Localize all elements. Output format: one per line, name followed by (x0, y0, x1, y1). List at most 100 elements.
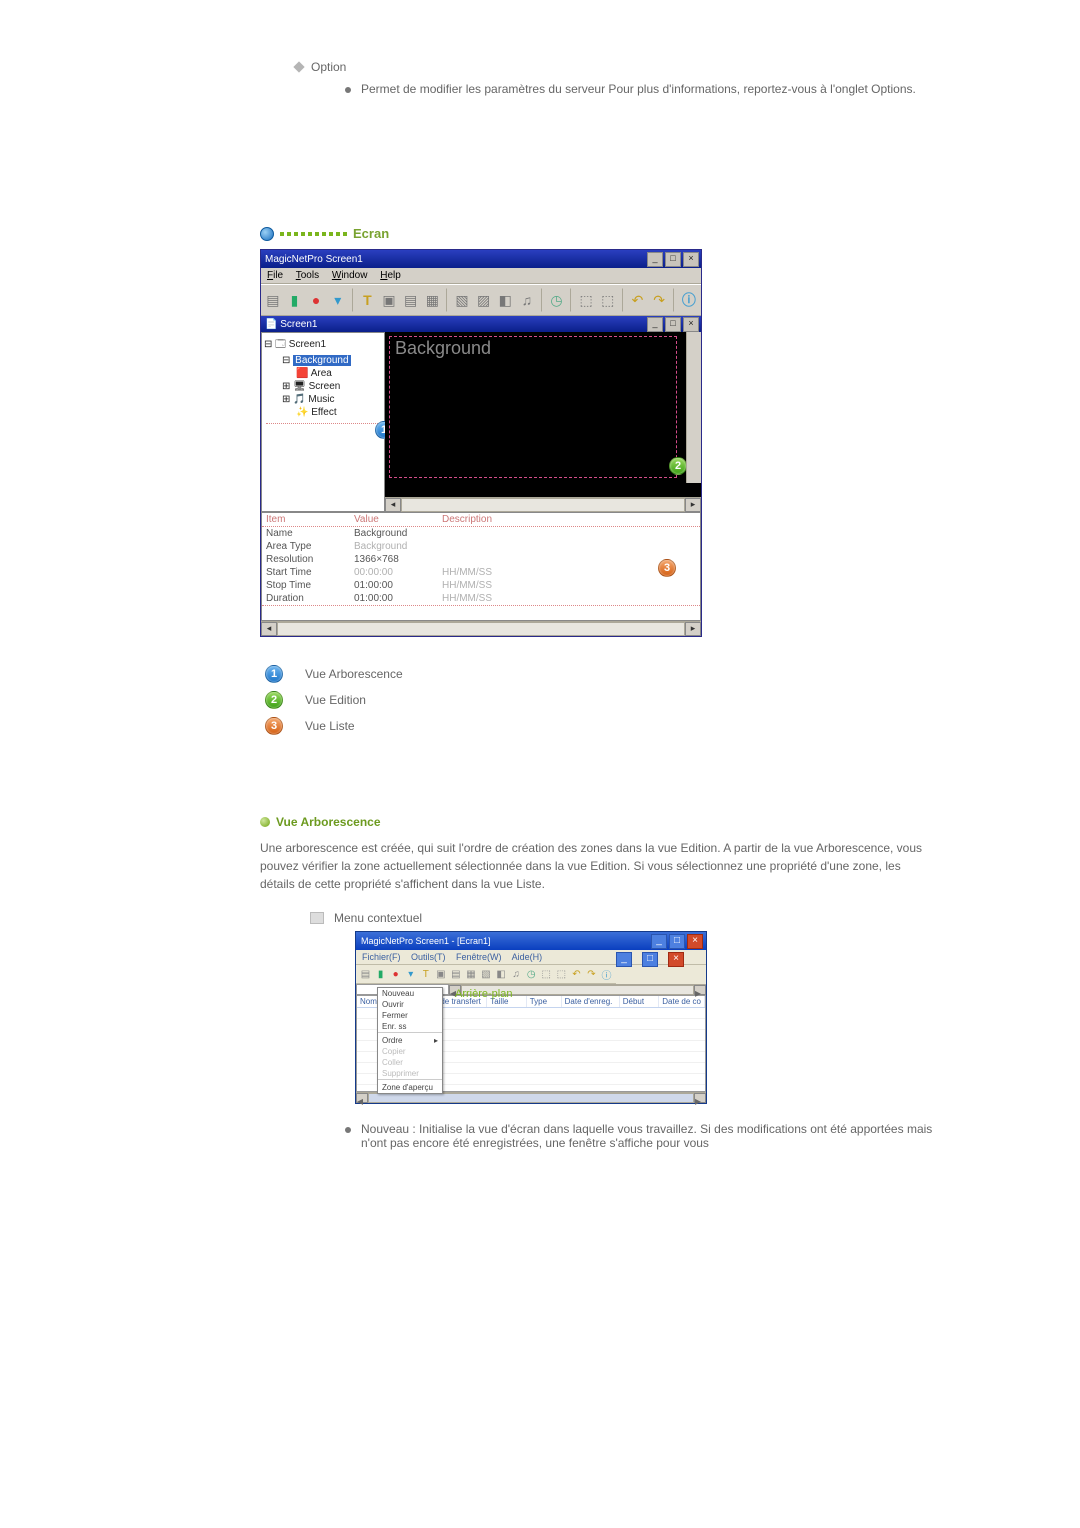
tool-icon[interactable]: ▤ (450, 967, 461, 981)
ctx-copier[interactable]: Copier (378, 1046, 442, 1057)
tree-item[interactable]: ⊟ Background (264, 354, 382, 367)
tool-icon[interactable]: ▣ (381, 289, 397, 311)
list-row[interactable]: Duration01:00:00HH/MM/SS (262, 592, 700, 605)
toolbar-separator (673, 288, 675, 312)
info-icon[interactable]: ⓘ (601, 967, 612, 981)
tool-icon[interactable]: ▾ (405, 967, 416, 981)
tool-icon[interactable]: ▤ (265, 289, 281, 311)
redo-icon[interactable]: ↷ (651, 289, 667, 311)
redo-icon[interactable]: ↷ (586, 967, 597, 981)
tool-icon[interactable]: ⬚ (541, 967, 552, 981)
badge-2-icon: 2 (265, 691, 283, 709)
tool-text-icon[interactable]: T (420, 967, 431, 981)
horizontal-scrollbar[interactable]: ◂▸ (261, 621, 701, 636)
toolbar-separator (352, 288, 354, 312)
maximize-button[interactable]: □ (665, 317, 681, 332)
minimize-button[interactable]: _ (651, 934, 667, 949)
legend-label: Vue Liste (305, 719, 355, 733)
minimize-button[interactable]: _ (647, 252, 663, 267)
badge-3-icon: 3 (265, 717, 283, 735)
toolbar-separator (570, 288, 572, 312)
legend-label: Vue Arborescence (305, 667, 403, 681)
maximize-button[interactable]: □ (665, 252, 681, 267)
tool-icon[interactable]: ▮ (375, 967, 386, 981)
tool-icon[interactable]: ⬚ (578, 289, 594, 311)
green-ball-icon (260, 817, 270, 827)
menu-window[interactable]: Window (332, 270, 368, 281)
tool-icon[interactable]: ◷ (549, 289, 565, 311)
tree-item[interactable]: ✨ Effect (264, 406, 382, 419)
list-row[interactable]: Area TypeBackground (262, 540, 700, 553)
sub-titlebar: 📄 Screen1 _ □ × (261, 316, 701, 332)
option-description: Permet de modifier les paramètres du ser… (345, 82, 935, 96)
sub-max[interactable]: □ (642, 952, 658, 967)
tool-icon[interactable]: ♫ (519, 289, 535, 311)
tool-icon[interactable]: ▤ (360, 967, 371, 981)
tool-icon[interactable]: ▤ (403, 289, 419, 311)
list-row[interactable]: Stop Time01:00:00HH/MM/SS (262, 579, 700, 592)
edition-canvas[interactable]: Background 2 (385, 332, 701, 497)
tree-item[interactable]: ⊞ 🖥 Screen (264, 380, 382, 393)
menu-window[interactable]: Fenêtre(W) (456, 952, 502, 962)
ctx-supprimer[interactable]: Supprimer (378, 1068, 442, 1079)
ctx-fermer[interactable]: Fermer (378, 1010, 442, 1021)
close-button[interactable]: × (683, 317, 699, 332)
menu-file[interactable]: Fichier(F) (362, 952, 401, 962)
close-button[interactable]: × (687, 934, 703, 949)
vertical-scrollbar[interactable] (686, 332, 701, 483)
list-row[interactable]: Resolution1366×768 (262, 553, 700, 566)
sub-min[interactable]: _ (616, 952, 632, 967)
tree-item[interactable]: 🟥 Area (264, 367, 382, 380)
list-row[interactable]: NameBackground (262, 527, 700, 540)
tool-icon[interactable]: ● (390, 967, 401, 981)
tool-icon[interactable]: ▨ (476, 289, 492, 311)
section-ecran-header: Ecran (260, 226, 935, 241)
info-icon[interactable]: ⓘ (681, 289, 697, 311)
tool-icon[interactable]: ▧ (481, 967, 492, 981)
option-text: Permet de modifier les paramètres du ser… (361, 82, 916, 96)
tool-icon[interactable]: ▮ (287, 289, 303, 311)
tool-icon[interactable]: ♫ (511, 967, 522, 981)
undo-icon[interactable]: ↶ (571, 967, 582, 981)
toolbar-separator (446, 288, 448, 312)
tree-panel: Nouveau Ouvrir Fermer Enr. ss Ordre Copi… (356, 984, 449, 995)
hdr-desc: Description (438, 513, 700, 526)
menu-tools[interactable]: Tools (296, 270, 319, 281)
tool-text-icon[interactable]: T (360, 289, 376, 311)
menu-help[interactable]: Help (380, 270, 401, 281)
horizontal-scrollbar[interactable]: ◂▸ (385, 497, 701, 512)
menu-tools[interactable]: Outils(T) (411, 952, 446, 962)
ctx-nouveau[interactable]: Nouveau (378, 988, 442, 999)
ctx-ordre[interactable]: Ordre (378, 1035, 442, 1046)
maximize-button[interactable]: □ (669, 934, 685, 949)
undo-icon[interactable]: ↶ (630, 289, 646, 311)
minimize-button[interactable]: _ (647, 317, 663, 332)
ctx-enrsous[interactable]: Enr. ss (378, 1021, 442, 1032)
tool-icon[interactable]: ▾ (330, 289, 346, 311)
tree-item[interactable]: ⊞ 🎵 Music (264, 393, 382, 406)
tool-icon[interactable]: ▧ (454, 289, 470, 311)
badge-3-icon: 3 (658, 559, 676, 577)
ctx-coller[interactable]: Coller (378, 1057, 442, 1068)
list-panel: Item Value Description NameBackground Ar… (261, 512, 701, 621)
tree-root[interactable]: Screen1 (289, 339, 326, 350)
tool-icon[interactable]: ◧ (496, 967, 507, 981)
menu-file[interactable]: File (267, 270, 283, 281)
tool-icon[interactable]: ● (308, 289, 324, 311)
app-title: MagicNetPro Screen1 (265, 254, 363, 265)
menu-help[interactable]: Aide(H) (512, 952, 543, 962)
close-button[interactable]: × (683, 252, 699, 267)
tool-icon[interactable]: ⬚ (600, 289, 616, 311)
badge-1-icon: 1 (265, 665, 283, 683)
tool-icon[interactable]: ▣ (435, 967, 446, 981)
tool-icon[interactable]: ▦ (424, 289, 440, 311)
tool-icon[interactable]: ▦ (465, 967, 476, 981)
ctx-ouvrir[interactable]: Ouvrir (378, 999, 442, 1010)
tool-icon[interactable]: ⬚ (556, 967, 567, 981)
context-menu-label: Menu contextuel (334, 911, 422, 925)
list-row[interactable]: Start Time00:00:00HH/MM/SS (262, 566, 700, 579)
ctx-zone[interactable]: Zone d'aperçu (378, 1082, 442, 1093)
sub-close[interactable]: × (668, 952, 684, 967)
tool-icon[interactable]: ◷ (526, 967, 537, 981)
tool-icon[interactable]: ◧ (497, 289, 513, 311)
